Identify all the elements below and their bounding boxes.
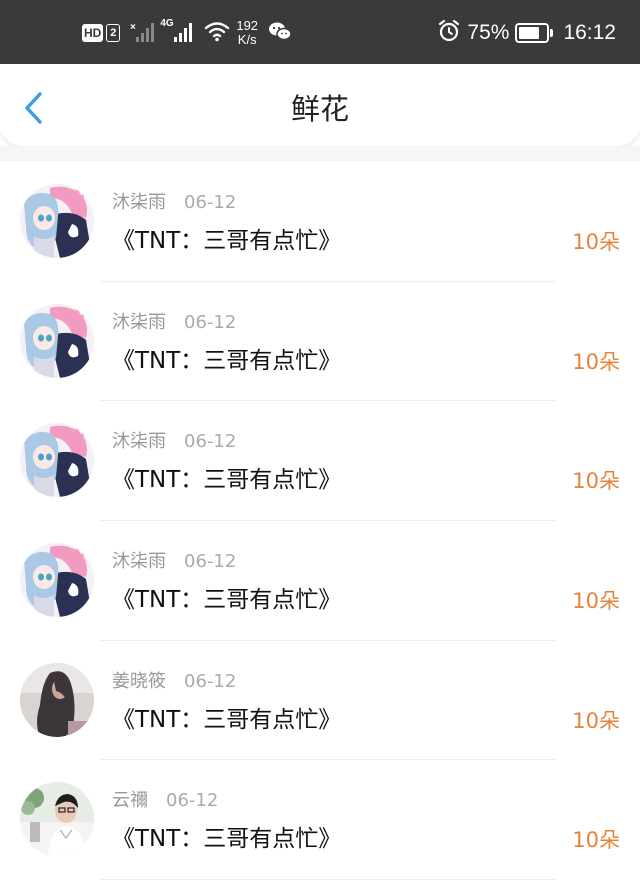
flower-count: 10朵 — [572, 349, 620, 374]
section-gap — [0, 146, 640, 162]
record-date: 06-12 — [184, 670, 237, 692]
record-date: 06-12 — [184, 311, 237, 333]
network-type-label: 4G — [160, 18, 174, 29]
list-item[interactable]: 沐柒雨 06-12 《TNT：三哥有点忙》 10朵 — [0, 162, 640, 282]
record-meta: 云禰 06-12 — [112, 789, 218, 813]
flower-count: 10朵 — [572, 230, 620, 254]
user-name[interactable]: 沐柒雨 — [112, 312, 166, 333]
user-name[interactable]: 姜晓筱 — [112, 671, 166, 692]
avatar[interactable] — [20, 662, 94, 737]
book-title[interactable]: 《TNT：三哥有点忙》 — [112, 704, 341, 736]
flower-count: 10朵 — [572, 708, 620, 733]
hd-icon: HD — [82, 24, 104, 42]
record-meta: 沐柒雨 06-12 — [112, 311, 236, 335]
user-name[interactable]: 沐柒雨 — [112, 192, 166, 213]
record-date: 06-12 — [166, 790, 219, 812]
wifi-icon — [204, 20, 230, 46]
net-speed: 192 K/s — [236, 19, 258, 47]
alarm-icon — [437, 19, 461, 47]
record-date: 06-12 — [184, 551, 237, 573]
flower-count: 10朵 — [572, 469, 620, 494]
record-meta: 沐柒雨 06-12 — [112, 430, 236, 454]
record-date: 06-12 — [184, 192, 237, 213]
book-title[interactable]: 《TNT：三哥有点忙》 — [112, 225, 341, 257]
avatar[interactable] — [20, 782, 94, 857]
list-item[interactable]: 沐柒雨 06-12 《TNT：三哥有点忙》 10朵 — [0, 521, 640, 641]
avatar[interactable] — [20, 423, 94, 498]
list-item[interactable]: 沐柒雨 06-12 《TNT：三哥有点忙》 10朵 — [0, 282, 640, 402]
record-meta: 沐柒雨 06-12 — [112, 191, 236, 215]
wechat-icon — [268, 20, 292, 46]
gift-record-list: 沐柒雨 06-12 《TNT：三哥有点忙》 10朵 沐柒雨 06-12 《TNT：三… — [0, 162, 640, 881]
battery-percent: 75% — [467, 21, 510, 44]
book-title[interactable]: 《TNT：三哥有点忙》 — [112, 823, 341, 855]
no-signal-icon: × — [130, 22, 155, 44]
avatar[interactable] — [20, 184, 94, 258]
list-item[interactable]: 沐柒雨 06-12 《TNT：三哥有点忙》 10朵 — [0, 401, 640, 522]
avatar[interactable] — [20, 303, 94, 378]
book-title[interactable]: 《TNT：三哥有点忙》 — [112, 584, 341, 616]
status-bar: HD 2 × 4G 192 K/s 75% 16:12 — [0, 0, 640, 64]
book-title[interactable]: 《TNT：三哥有点忙》 — [112, 345, 341, 377]
net-speed-unit: K/s — [237, 32, 257, 47]
battery-icon — [515, 23, 554, 43]
clock: 16:12 — [563, 21, 616, 44]
book-title[interactable]: 《TNT：三哥有点忙》 — [112, 464, 341, 496]
svg-text:×: × — [130, 22, 136, 33]
battery-fill — [519, 27, 540, 39]
signal-icon: 4G — [160, 18, 194, 44]
avatar[interactable] — [20, 543, 94, 618]
user-name[interactable]: 云禰 — [112, 790, 148, 811]
nav-bar: 鲜花 — [0, 64, 640, 147]
net-speed-value: 192 — [236, 18, 259, 33]
record-meta: 沐柒雨 06-12 — [112, 550, 236, 574]
sim-icon: 2 — [106, 24, 121, 42]
list-item[interactable]: 云禰 06-12 《TNT：三哥有点忙》 10朵 — [0, 760, 640, 881]
flower-count: 10朵 — [572, 828, 620, 853]
divider — [100, 879, 556, 881]
list-item[interactable]: 姜晓筱 06-12 《TNT：三哥有点忙》 10朵 — [0, 641, 640, 761]
user-name[interactable]: 沐柒雨 — [112, 431, 166, 452]
status-right: 75% 16:12 — [437, 17, 616, 49]
user-name[interactable]: 沐柒雨 — [112, 551, 166, 572]
flower-count: 10朵 — [572, 589, 620, 614]
page-title: 鲜花 — [290, 92, 349, 126]
record-meta: 姜晓筱 06-12 — [112, 670, 236, 694]
status-left: HD 2 × 4G 192 K/s — [82, 17, 292, 49]
record-date: 06-12 — [184, 431, 237, 453]
